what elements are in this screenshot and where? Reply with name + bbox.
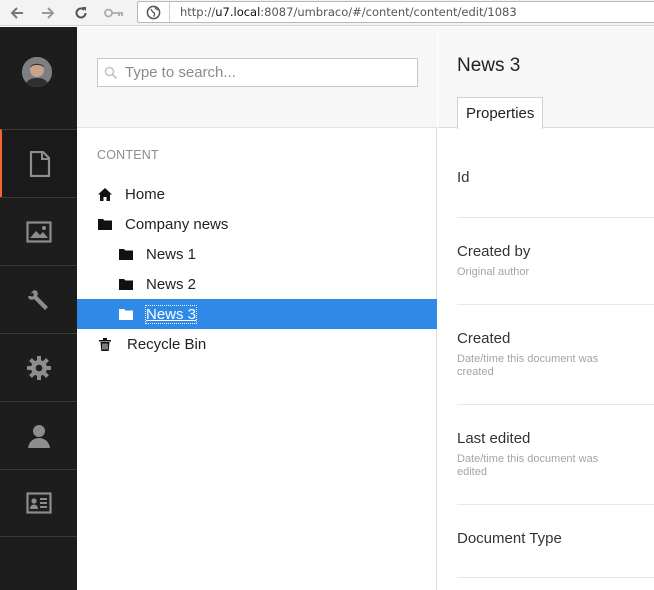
app-navigation [0,27,77,590]
property-description: Date/time this document was created [457,353,599,378]
search-icon [104,66,118,79]
section-settings[interactable] [0,333,77,401]
content-tree-panel: CONTENT Home Company news News 1 News 2 … [77,27,437,590]
property-last-edited: Last edited Date/time this document was … [457,405,654,505]
browser-toolbar: http://u7.local:8087/umbraco/#/content/c… [0,0,654,26]
folder-icon [119,247,133,261]
document-name-input[interactable]: News 3 [457,55,520,77]
section-developer[interactable] [0,265,77,333]
arrow-right-icon [42,7,55,19]
property-created: Created Date/time this document was crea… [457,305,654,405]
user-icon [27,424,50,448]
tree-item-news-2[interactable]: News 2 [77,269,437,299]
tree-section-title: CONTENT [97,148,159,162]
property-label: Created by [457,243,531,260]
property-document-type: Document Type [457,505,654,578]
tree-item-home[interactable]: Home [77,179,437,209]
tree-item-label: News 1 [146,245,197,263]
property-description: Date/time this document was edited [457,453,599,478]
document-icon [29,150,50,177]
tree-item-label: Recycle Bin [127,335,207,353]
tree-header [77,27,437,128]
reload-icon [75,7,87,19]
content-tree: Home Company news News 1 News 2 News 3 R… [77,179,437,359]
key-button[interactable] [103,3,125,23]
editor-header: News 3 Properties [438,27,654,129]
section-list [0,129,77,537]
tab-properties[interactable]: Properties [457,97,544,129]
back-button[interactable] [7,3,27,23]
content-editor: News 3 Properties Id Created by Original… [438,27,654,590]
property-created-by: Created by Original author [457,218,654,305]
folder-icon [119,277,133,291]
section-content[interactable] [0,129,77,197]
tree-item-label: News 3 [144,304,198,324]
home-icon [98,187,112,201]
arrow-left-icon [10,7,23,19]
tree-item-recycle-bin[interactable]: Recycle Bin [77,329,437,359]
folder-icon [98,217,112,231]
property-description: Original author [457,266,530,278]
gear-icon [26,355,51,380]
tree-item-label: Company news [125,215,229,233]
section-media[interactable] [0,197,77,265]
section-members[interactable] [0,469,77,537]
image-icon [25,220,52,243]
search-box[interactable] [97,58,418,87]
wrench-icon [27,289,48,310]
address-bar[interactable]: http://u7.local:8087/umbraco/#/content/c… [137,1,654,23]
section-users[interactable] [0,401,77,469]
property-label: Id [457,169,470,186]
reload-button[interactable] [71,3,91,23]
forward-button[interactable] [38,3,58,23]
property-label: Created [457,330,511,347]
tree-item-news-1[interactable]: News 1 [77,239,437,269]
tree-item-company-news[interactable]: Company news [77,209,437,239]
id-card-icon [25,492,52,514]
avatar[interactable] [22,57,52,87]
trash-icon [98,337,112,351]
address-separator [169,2,170,22]
globe-icon [146,5,161,20]
property-id: Id [457,128,654,218]
property-list: Id Created by Original author Created Da… [457,128,654,578]
tree-item-news-3[interactable]: News 3 [77,299,437,329]
tree-item-label: News 2 [146,275,197,293]
property-label: Last edited [457,430,531,447]
search-input[interactable] [125,64,405,81]
folder-icon [119,307,133,321]
tree-item-label: Home [125,185,166,203]
property-label: Document Type [457,530,562,547]
url-text: http://u7.local:8087/umbraco/#/content/c… [180,5,517,19]
key-icon [104,8,123,18]
